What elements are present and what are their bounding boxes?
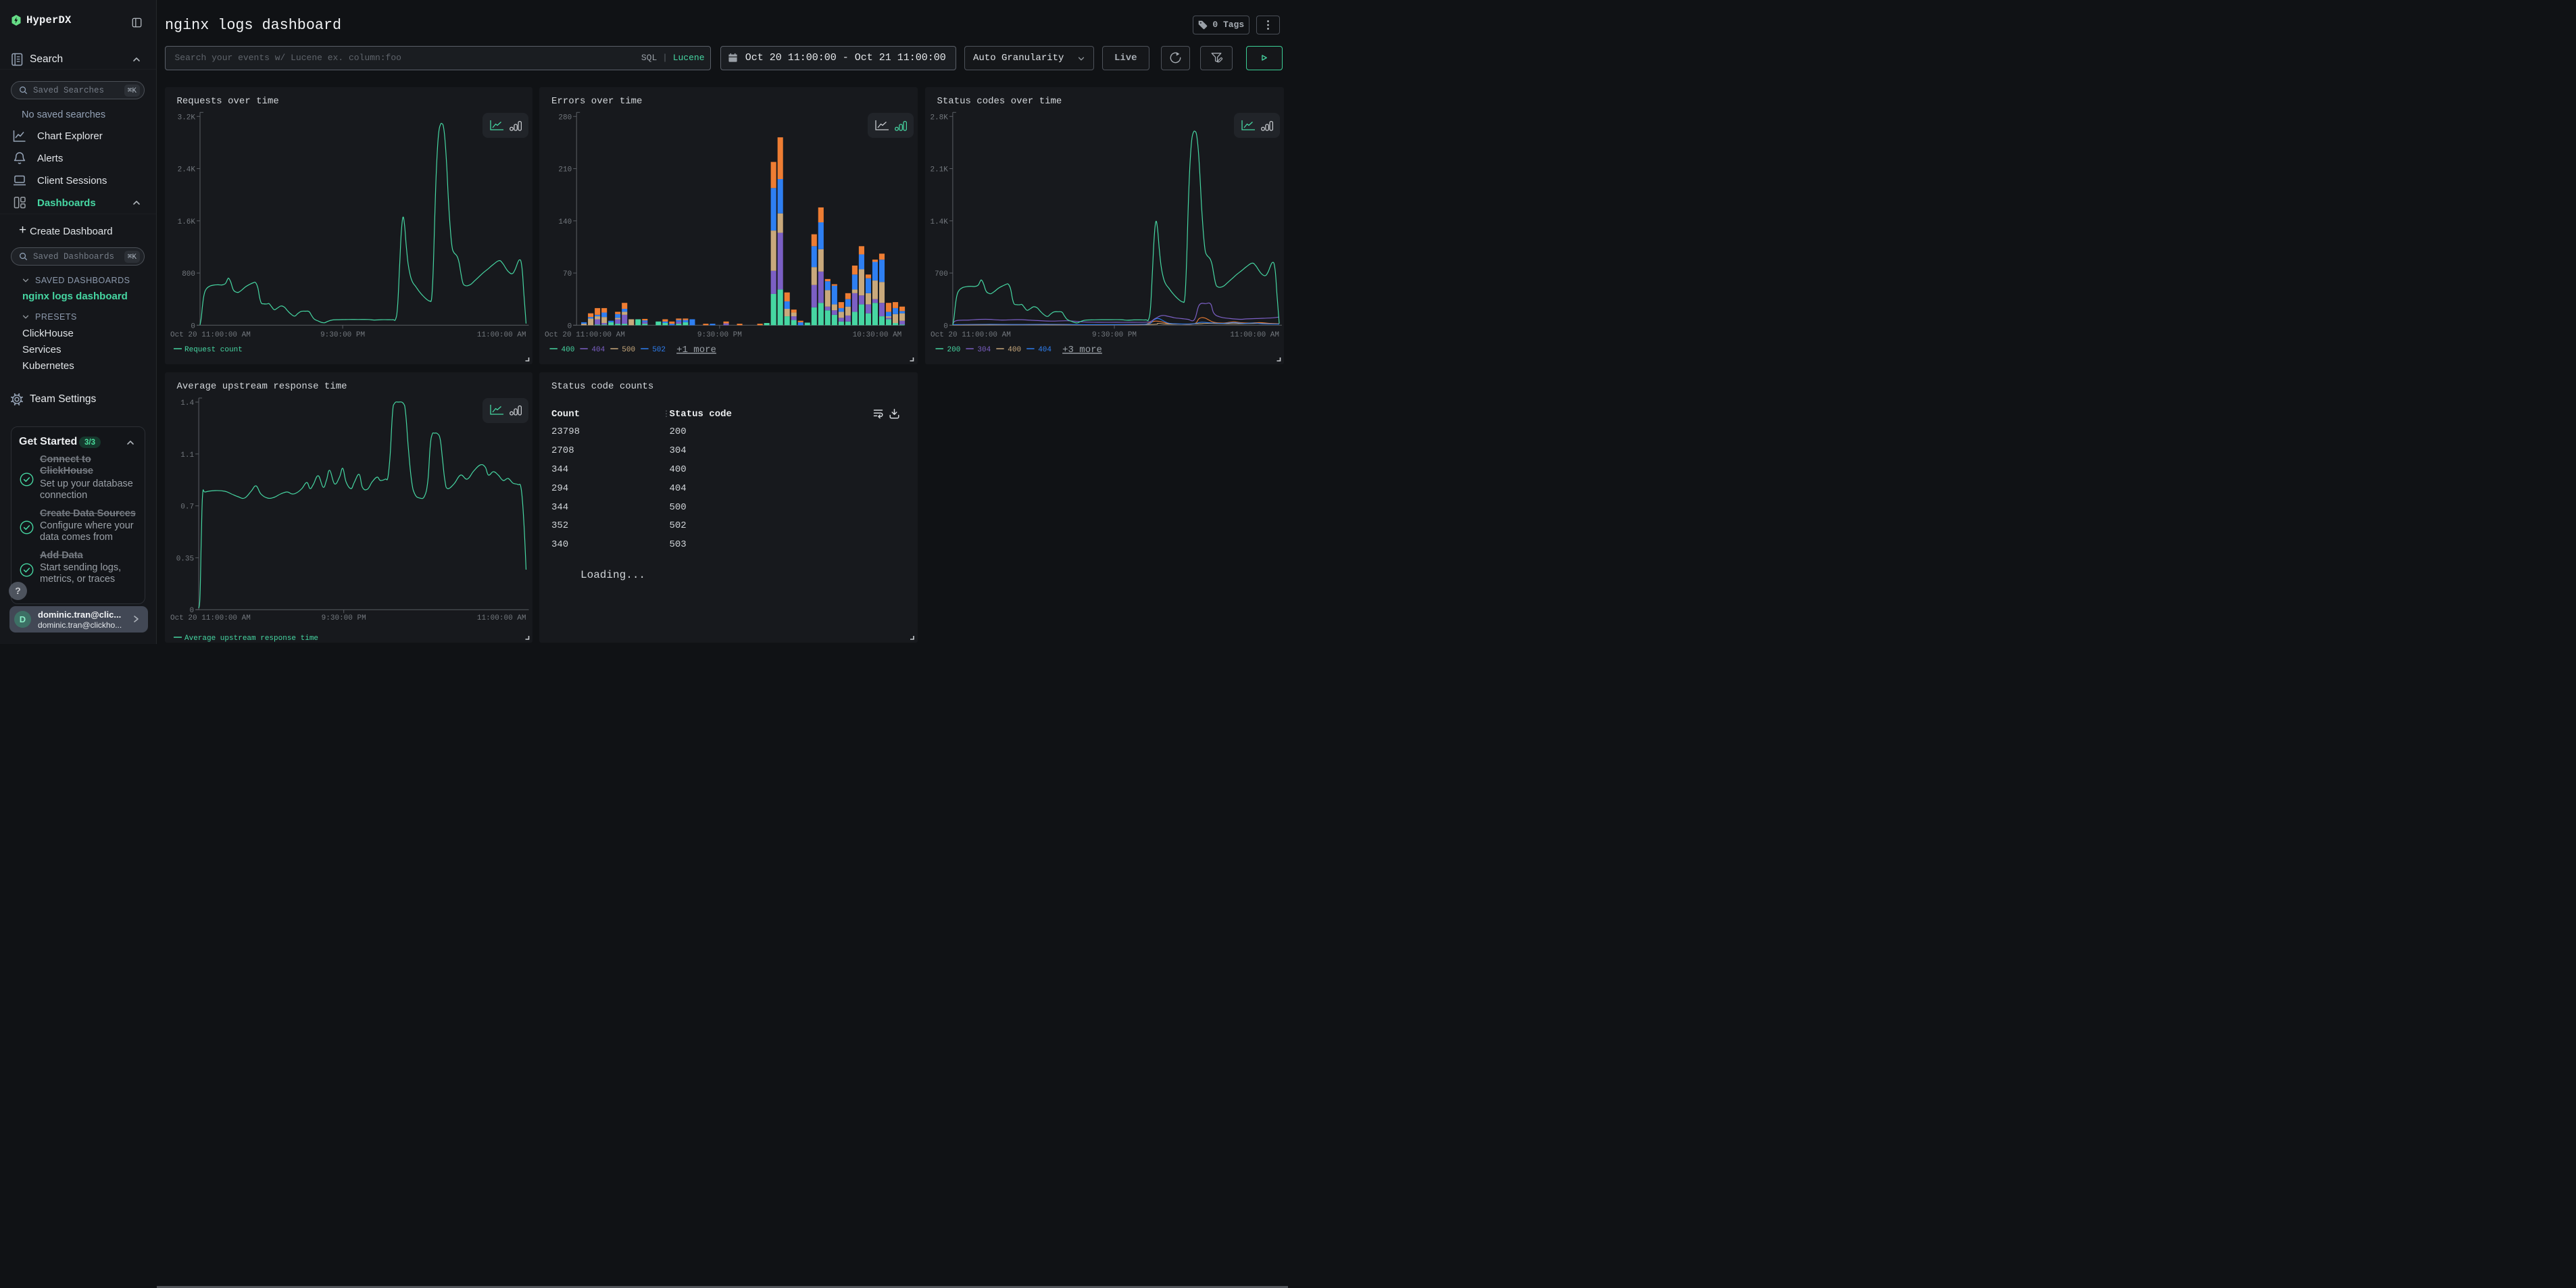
svg-text:1.1: 1.1 (180, 451, 194, 459)
svg-text:1.6K: 1.6K (177, 218, 195, 226)
svg-text:280: 280 (558, 114, 572, 122)
svg-text:11:00:00 AM: 11:00:00 AM (476, 614, 526, 622)
svg-text:0: 0 (568, 322, 572, 330)
svg-text:0: 0 (191, 322, 195, 330)
svg-text:9:30:00 PM: 9:30:00 PM (1092, 331, 1137, 339)
svg-text:404: 404 (591, 346, 605, 354)
svg-text:11:00:00 AM: 11:00:00 AM (476, 331, 526, 339)
svg-text:2.4K: 2.4K (177, 166, 195, 174)
svg-text:140: 140 (558, 218, 572, 226)
svg-text:3.2K: 3.2K (177, 114, 195, 122)
svg-text:500: 500 (622, 346, 635, 354)
svg-text:+1 more: +1 more (676, 345, 716, 355)
svg-text:502: 502 (652, 346, 666, 354)
svg-text:9:30:00 PM: 9:30:00 PM (320, 331, 365, 339)
svg-text:11:00:00 AM: 11:00:00 AM (1230, 331, 1279, 339)
svg-text:9:30:00 PM: 9:30:00 PM (321, 614, 366, 622)
svg-text:800: 800 (182, 270, 195, 278)
svg-text:1.4: 1.4 (180, 399, 194, 407)
svg-text:404: 404 (1038, 346, 1051, 354)
svg-text:Oct 20 11:00:00 AM: Oct 20 11:00:00 AM (931, 331, 1011, 339)
svg-text:400: 400 (562, 346, 575, 354)
svg-text:Request count: Request count (184, 346, 243, 354)
svg-text:10:30:00 AM: 10:30:00 AM (853, 331, 902, 339)
svg-text:1.4K: 1.4K (930, 218, 948, 226)
svg-text:0.35: 0.35 (176, 555, 193, 563)
svg-text:Oct 20 11:00:00 AM: Oct 20 11:00:00 AM (170, 331, 251, 339)
svg-text:70: 70 (563, 270, 572, 278)
svg-text:304: 304 (977, 346, 991, 354)
svg-text:0.7: 0.7 (180, 503, 194, 511)
svg-text:400: 400 (1008, 346, 1021, 354)
svg-text:0: 0 (943, 322, 948, 330)
svg-text:200: 200 (947, 346, 960, 354)
svg-text:700: 700 (935, 270, 948, 278)
svg-text:9:30:00 PM: 9:30:00 PM (697, 331, 742, 339)
svg-text:Oct 20 11:00:00 AM: Oct 20 11:00:00 AM (170, 614, 251, 622)
svg-text:+3 more: +3 more (1062, 345, 1102, 355)
svg-text:210: 210 (558, 166, 572, 174)
svg-text:2.1K: 2.1K (930, 166, 948, 174)
svg-text:Average upstream response time: Average upstream response time (184, 635, 318, 643)
svg-text:Oct 20 11:00:00 AM: Oct 20 11:00:00 AM (545, 331, 625, 339)
svg-text:2.8K: 2.8K (930, 114, 948, 122)
